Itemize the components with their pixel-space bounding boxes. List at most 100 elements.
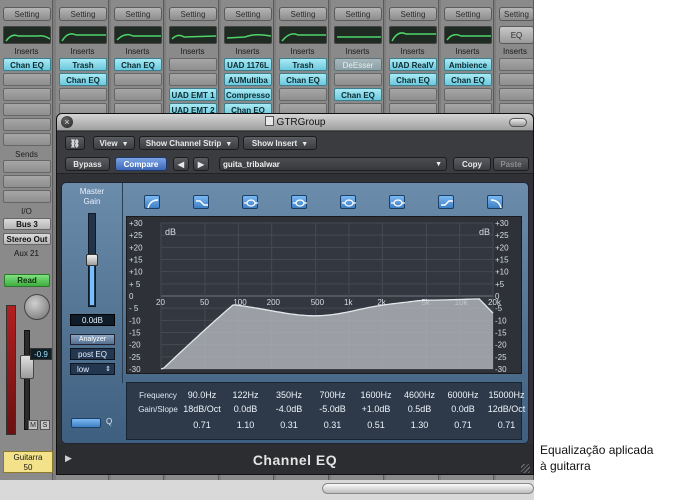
insert-slot-empty[interactable]	[169, 58, 217, 71]
band-2-gain[interactable]: 0.0dB	[223, 404, 269, 414]
band-3-bell-icon[interactable]	[242, 195, 258, 209]
show-channel-strip-menu[interactable]: Show Channel Strip ▼	[139, 136, 239, 150]
band-2-lowshelf-icon[interactable]	[193, 195, 209, 209]
band-3-gain[interactable]: -4.0dB	[266, 404, 312, 414]
eq-graph[interactable]: +30 +30 +25 +25 +20 +20 +15 +15 +10 +10 + 5 +5 0 0- 5…	[126, 216, 522, 374]
output-selector[interactable]: Stereo Out	[3, 233, 51, 245]
setting-button[interactable]: Setting	[59, 7, 107, 21]
pan-knob[interactable]	[24, 294, 50, 320]
send-slot[interactable]	[3, 190, 51, 203]
insert-slot[interactable]: UAD RealV	[389, 58, 437, 71]
insert-slot-empty[interactable]	[3, 103, 51, 116]
analyzer-resolution-select[interactable]: low ⇕	[70, 363, 115, 375]
band-3-q[interactable]: 0.31	[266, 420, 312, 430]
insert-slot[interactable]: Chan EQ	[3, 58, 51, 71]
show-insert-menu[interactable]: Show Insert ▼	[243, 136, 317, 150]
band-6-bell-icon[interactable]	[389, 195, 405, 209]
insert-slot-empty[interactable]	[444, 88, 492, 101]
insert-slot-empty[interactable]	[3, 88, 51, 101]
bypass-button[interactable]: Bypass	[65, 157, 110, 171]
insert-slot-empty[interactable]	[499, 73, 534, 86]
insert-slot-empty[interactable]	[389, 88, 437, 101]
link-q-button[interactable]	[71, 418, 101, 428]
band-8-q[interactable]: 0.71	[484, 420, 530, 430]
insert-slot-empty[interactable]	[169, 73, 217, 86]
band-3-frequency[interactable]: 350Hz	[266, 390, 312, 400]
band-5-bell-icon[interactable]	[340, 195, 356, 209]
setting-button[interactable]: Setting	[114, 7, 162, 21]
horizontal-scrollbar[interactable]	[322, 483, 534, 494]
next-preset-button[interactable]: ▶	[193, 157, 209, 171]
insert-slot-empty[interactable]	[499, 88, 534, 101]
eq-thumbnail[interactable]	[444, 26, 492, 44]
mute-button[interactable]: M	[28, 420, 38, 430]
setting-button[interactable]: Setting	[3, 7, 51, 21]
setting-button[interactable]: Setting	[224, 7, 272, 21]
band-2-q[interactable]: 1.10	[223, 420, 269, 430]
insert-slot-empty[interactable]	[3, 133, 51, 146]
insert-slot[interactable]: Chan EQ	[334, 88, 382, 101]
insert-slot[interactable]: Chan EQ	[444, 73, 492, 86]
input-selector[interactable]: Bus 3	[3, 218, 51, 230]
setting-button[interactable]: Setting	[444, 7, 492, 21]
volume-fader-track[interactable]	[24, 330, 30, 430]
band-5-gain[interactable]: +1.0dB	[353, 404, 399, 414]
master-gain-slider[interactable]	[86, 213, 98, 307]
setting-button[interactable]: Setting	[389, 7, 437, 21]
band-4-gain[interactable]: -5.0dB	[310, 404, 356, 414]
eq-thumbnail[interactable]	[169, 26, 217, 44]
band-4-bell-icon[interactable]	[291, 195, 307, 209]
band-5-q[interactable]: 0.51	[353, 420, 399, 430]
insert-slot-empty[interactable]	[59, 88, 107, 101]
automation-mode-button[interactable]: Read	[4, 274, 50, 287]
preset-selector[interactable]: guita_tribalwar ▼	[219, 157, 447, 171]
band-6-frequency[interactable]: 4600Hz	[397, 390, 443, 400]
insert-slot-empty[interactable]	[3, 73, 51, 86]
window-titlebar[interactable]: × GTRGroup	[57, 114, 533, 131]
eq-thumbnail[interactable]	[114, 26, 162, 44]
band-1-gain[interactable]: 18dB/Oct	[179, 404, 225, 414]
insert-slot-empty[interactable]	[334, 73, 382, 86]
insert-slot[interactable]: UAD 1176L	[224, 58, 272, 71]
view-menu[interactable]: View ▼	[93, 136, 135, 150]
insert-slot[interactable]: AUMultiba	[224, 73, 272, 86]
band-4-q[interactable]: 0.31	[310, 420, 356, 430]
band-7-gain[interactable]: 0.0dB	[440, 404, 486, 414]
solo-button[interactable]: S	[40, 420, 50, 430]
insert-slot[interactable]: Compresso	[224, 88, 272, 101]
master-gain-value[interactable]: 0.0dB	[70, 314, 115, 326]
band-5-frequency[interactable]: 1600Hz	[353, 390, 399, 400]
master-gain-handle[interactable]	[86, 254, 98, 266]
band-1-lowcut-icon[interactable]	[144, 195, 160, 209]
insert-slot[interactable]: Ambience	[444, 58, 492, 71]
band-8-highcut-icon[interactable]	[487, 195, 503, 209]
insert-slot[interactable]: Chan EQ	[389, 73, 437, 86]
insert-slot[interactable]: Trash	[279, 58, 327, 71]
toolbar-toggle-button[interactable]	[509, 118, 527, 127]
band-7-highshelf-icon[interactable]	[438, 195, 454, 209]
eq-thumbnail[interactable]	[3, 26, 51, 44]
setting-button[interactable]: Setting	[169, 7, 217, 21]
analyzer-mode-button[interactable]: post EQ	[70, 348, 115, 360]
eq-thumbnail[interactable]	[389, 26, 437, 44]
eq-curve-display[interactable]: +30 +30+25 +25+20 +20+15 +15+10 +10+ 5 +50 0- 5…	[127, 217, 523, 375]
band-2-frequency[interactable]: 122Hz	[223, 390, 269, 400]
band-1-q[interactable]: 0.71	[179, 420, 225, 430]
band-7-frequency[interactable]: 6000Hz	[440, 390, 486, 400]
setting-button[interactable]: Setting	[334, 7, 382, 21]
band-1-frequency[interactable]: 90.0Hz	[179, 390, 225, 400]
band-4-frequency[interactable]: 700Hz	[310, 390, 356, 400]
band-8-frequency[interactable]: 15000Hz	[484, 390, 530, 400]
insert-slot[interactable]: UAD EMT 1	[169, 88, 217, 101]
eq-thumbnail[interactable]	[59, 26, 107, 44]
copy-button[interactable]: Copy	[453, 157, 491, 171]
eq-button[interactable]: EQ	[499, 26, 534, 44]
insert-slot-bypassed[interactable]: DeEsser	[334, 58, 382, 71]
eq-thumbnail[interactable]	[279, 26, 327, 44]
band-6-gain[interactable]: 0.5dB	[397, 404, 443, 414]
insert-slot-empty[interactable]	[279, 88, 327, 101]
send-slot[interactable]	[3, 175, 51, 188]
band-8-gain[interactable]: 12dB/Oct	[484, 404, 530, 414]
track-name-label[interactable]: Guitarra 50	[3, 451, 53, 473]
insert-slot-empty[interactable]	[3, 118, 51, 131]
